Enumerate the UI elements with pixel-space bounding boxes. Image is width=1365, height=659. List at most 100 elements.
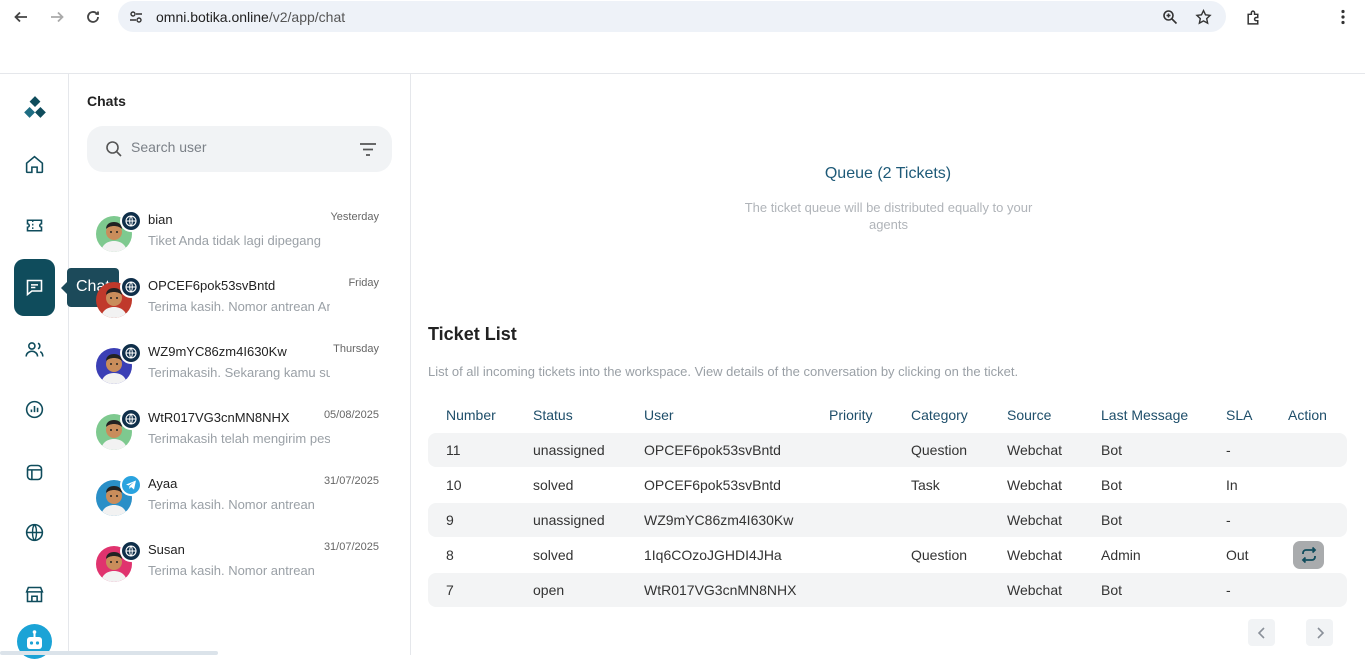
ticket-sla-cell: - (1226, 442, 1231, 458)
chat-preview: Terima kasih. Nomor antrean (148, 497, 315, 512)
logo-icon[interactable] (14, 86, 55, 127)
zoom-icon[interactable] (1161, 8, 1179, 26)
chat-name: bian (148, 212, 173, 227)
prev-page-button[interactable] (1248, 619, 1275, 646)
telegram-icon (120, 474, 142, 496)
nav-rail (0, 74, 69, 655)
ticket-user-cell: WZ9mYC86zm4I630Kw (644, 512, 794, 528)
globe-icon (120, 210, 142, 232)
column-header: Action (1288, 407, 1327, 423)
column-header: User (644, 407, 674, 423)
ticket-status-cell: solved (533, 477, 574, 493)
forward-icon[interactable] (46, 6, 68, 28)
chat-name: WZ9mYC86zm4I630Kw (148, 344, 287, 359)
ticket-source-cell: Webchat (1007, 477, 1062, 493)
browser-toolbar: omni.botika.online/v2/app/chat (0, 0, 1365, 34)
chat-list-item[interactable]: bian Tiket Anda tidak lagi dipegang Yester… (69, 208, 411, 274)
chat-icon (26, 279, 43, 297)
chat-list-item[interactable]: WZ9mYC86zm4I630Kw Terimakasih. Sekarang k… (69, 340, 411, 406)
ticket-source-cell: Webchat (1007, 547, 1062, 563)
chat-list-item[interactable]: Ayaa Terima kasih. Nomor antrean 31/07/202… (69, 472, 411, 538)
column-header: Category (911, 407, 968, 423)
ticket-sla-cell: - (1226, 582, 1231, 598)
column-header: Status (533, 407, 573, 423)
chat-preview: Tiket Anda tidak lagi dipegang (148, 233, 321, 248)
browser-menu-icon[interactable] (1332, 6, 1354, 28)
horizontal-scrollbar[interactable] (0, 651, 218, 655)
nav-chat-active[interactable] (14, 259, 55, 316)
chevron-right-icon (1316, 626, 1324, 639)
chat-time: Yesterday (330, 211, 379, 223)
layout-icon[interactable] (14, 452, 55, 493)
chevron-left-icon (1257, 626, 1265, 639)
store-icon[interactable] (14, 574, 55, 615)
address-bar[interactable]: omni.botika.online/v2/app/chat (118, 1, 1226, 32)
globe-icon (120, 540, 142, 562)
ticket-sla-cell: Out (1226, 547, 1249, 563)
ticket-category-cell: Task (911, 477, 940, 493)
chat-name: WtR017VG3cnMN8NHX (148, 410, 290, 425)
reload-icon[interactable] (82, 6, 104, 28)
search-input[interactable] (131, 139, 341, 155)
chat-preview: Terimakasih. Sekarang kamu sudah (148, 365, 330, 380)
globe-icon (120, 408, 142, 430)
chat-list-item[interactable]: OPCEF6pok53svBntd Terima kasih. Nomor ant… (69, 274, 411, 340)
ticket-number-cell: 10 (446, 477, 462, 493)
chat-time: 31/07/2025 (323, 475, 379, 487)
globe-icon (120, 276, 142, 298)
ticket-last-message-cell: Admin (1101, 547, 1141, 563)
ticket-row[interactable]: 7 open WtR017VG3cnMN8NHX Webchat Bot - (428, 573, 1347, 607)
ticket-number-cell: 11 (446, 442, 461, 458)
repeat-icon (1301, 547, 1316, 563)
home-icon[interactable] (14, 144, 55, 185)
chats-title: Chats (87, 93, 126, 109)
filter-icon[interactable] (359, 142, 377, 157)
extensions-icon[interactable] (1242, 6, 1264, 28)
column-header: Priority (829, 407, 873, 423)
ticket-category-cell: Question (911, 547, 968, 563)
ticket-category-cell: Question (911, 442, 968, 458)
reassign-button[interactable] (1293, 541, 1324, 569)
chat-time: Thursday (333, 343, 379, 355)
ticket-sla-cell: - (1226, 512, 1231, 528)
ticket-row[interactable]: 10 solved OPCEF6pok53svBntd Task Webchat Bot I… (428, 468, 1347, 502)
ticket-source-cell: Webchat (1007, 582, 1062, 598)
site-settings-icon[interactable] (127, 8, 145, 26)
chat-preview: Terima kasih. Nomor antrean Anda (148, 299, 330, 314)
bookmark-star-icon[interactable] (1194, 8, 1212, 26)
ticket-row[interactable]: 8 solved 1Iq6COzoJGHDI4JHa Question Webchat A… (428, 538, 1347, 572)
ticket-user-cell: 1Iq6COzoJGHDI4JHa (644, 547, 782, 563)
ticket-status-cell: solved (533, 547, 574, 563)
users-icon[interactable] (14, 329, 55, 370)
back-icon[interactable] (10, 6, 32, 28)
url-host: omni.botika.online (156, 9, 269, 25)
analytics-icon[interactable] (14, 389, 55, 430)
next-page-button[interactable] (1306, 619, 1333, 646)
column-header: Number (446, 407, 496, 423)
globe-icon[interactable] (14, 512, 55, 553)
ticket-row[interactable]: 9 unassigned WZ9mYC86zm4I630Kw Webchat Bot - (428, 503, 1347, 537)
chat-time: Friday (348, 277, 379, 289)
ticket-number-cell: 9 (446, 512, 454, 528)
chat-preview: Terimakasih telah mengirim pesan (148, 431, 330, 446)
ticket-icon[interactable] (14, 205, 55, 246)
chat-time: 05/08/2025 (323, 409, 379, 421)
search-icon (106, 141, 122, 157)
search-box (87, 126, 392, 172)
chat-list-item[interactable]: Susan Terima kasih. Nomor antrean 31/07/20… (69, 538, 411, 604)
ticket-status-cell: open (533, 582, 565, 598)
ticket-sla-cell: In (1226, 477, 1238, 493)
ticket-last-message-cell: Bot (1101, 477, 1123, 493)
chat-time: 31/07/2025 (323, 541, 379, 553)
chat-preview: Terima kasih. Nomor antrean (148, 563, 315, 578)
queue-title: Queue (2 Tickets) (824, 165, 952, 182)
chat-name: Ayaa (148, 476, 178, 491)
url-text: omni.botika.online/v2/app/chat (156, 9, 345, 25)
url-path: /v2/app/chat (268, 9, 346, 25)
ticket-row[interactable]: 11 unassigned OPCEF6pok53svBntd Question Web… (428, 433, 1347, 467)
ticket-source-cell: Webchat (1007, 442, 1062, 458)
column-header: Source (1007, 407, 1052, 423)
chat-list-item[interactable]: WtR017VG3cnMN8NHX Terimakasih telah mengi… (69, 406, 411, 472)
ticket-last-message-cell: Bot (1101, 582, 1123, 598)
chat-name: OPCEF6pok53svBntd (148, 278, 276, 293)
